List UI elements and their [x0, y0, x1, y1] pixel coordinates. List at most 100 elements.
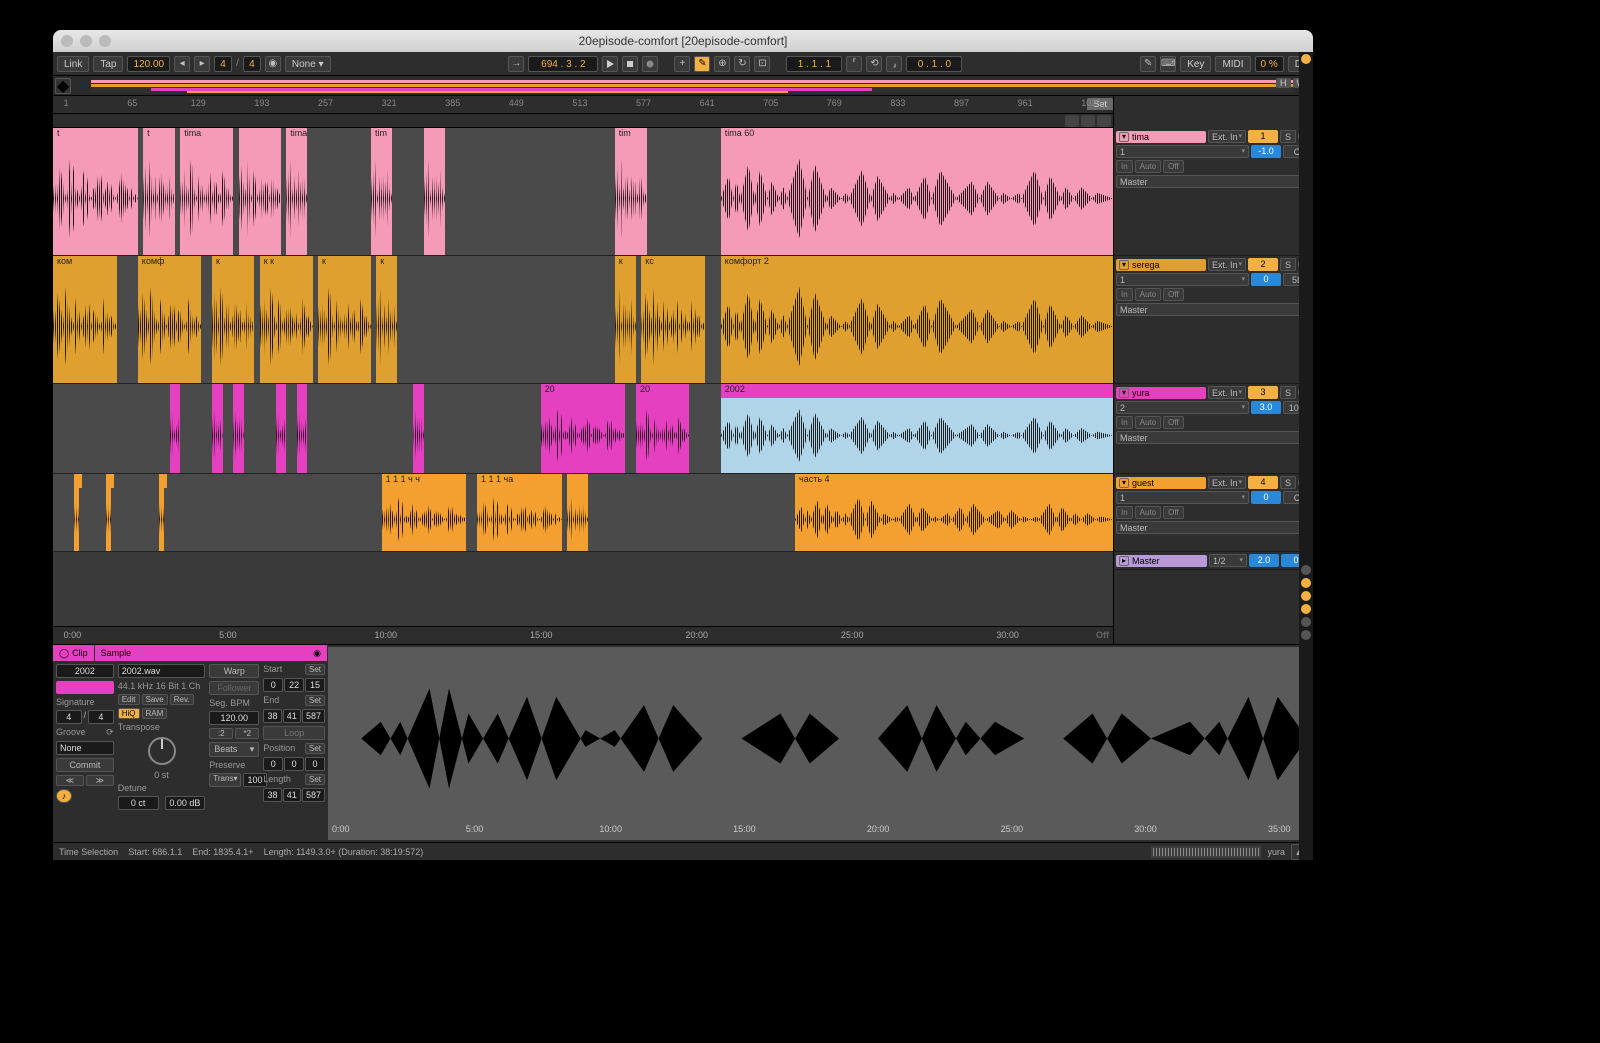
time-ruler[interactable]: Off 0:005:0010:0015:0020:0025:0030:00	[53, 626, 1113, 644]
audio-clip[interactable]: к к	[260, 256, 313, 383]
start-set-button[interactable]: Set	[305, 664, 325, 675]
metronome-icon[interactable]: ◉	[265, 56, 281, 72]
audio-clip[interactable]: кс	[641, 256, 705, 383]
follower-button[interactable]: Follower	[209, 681, 259, 695]
audio-clip[interactable]: комфорт 2	[721, 256, 1113, 383]
solo-button[interactable]: S	[1280, 130, 1296, 143]
audio-clip[interactable]: 2002	[721, 384, 1113, 473]
monitor-auto-button[interactable]: Auto	[1135, 416, 1161, 429]
punch-in-icon[interactable]: ⸢	[846, 56, 862, 72]
follow-icon[interactable]: →	[508, 56, 524, 72]
bar-ruler[interactable]: Set 165129193257321385449513577641705769…	[53, 96, 1113, 114]
pos-bar[interactable]: 0	[263, 757, 283, 771]
pos-16th[interactable]: 0	[305, 757, 325, 771]
len-beat[interactable]: 41	[283, 788, 301, 802]
start-beat[interactable]: 22	[284, 678, 304, 692]
audio-clip[interactable]: t	[143, 128, 175, 255]
audio-clip[interactable]	[170, 384, 181, 473]
time-sig-den[interactable]: 4	[243, 56, 261, 72]
overview-strip[interactable]	[91, 79, 1293, 93]
loop-length[interactable]: 0 . 1 . 0	[906, 56, 962, 72]
monitor-in-button[interactable]: In	[1116, 288, 1133, 301]
automation-arm-icon[interactable]: ✎	[694, 56, 710, 72]
time-sig-num[interactable]: 4	[214, 56, 232, 72]
monitor-off-button[interactable]: Off	[1163, 160, 1184, 173]
sig-den-field[interactable]: 4	[88, 710, 114, 724]
key-map-button[interactable]: Key	[1180, 56, 1211, 72]
track-lane[interactable]: комкомфкк кккккскомфорт 2	[53, 256, 1113, 383]
volume-field[interactable]: 3.0	[1251, 401, 1281, 414]
len-16th[interactable]: 587	[302, 788, 325, 802]
edit-button[interactable]: Edit	[118, 694, 140, 705]
audio-clip[interactable]	[233, 384, 244, 473]
clip-tab[interactable]: ◯ Clip	[53, 645, 95, 661]
end-beat[interactable]: 41	[283, 709, 301, 723]
groove-select[interactable]: None	[56, 741, 114, 755]
length-set-button[interactable]: Set	[305, 774, 325, 785]
overview-toggle-icon[interactable]: ◆	[55, 78, 71, 94]
hiq-button[interactable]: HiQ	[118, 708, 140, 719]
audio-clip[interactable]: 20	[541, 384, 626, 473]
clip-activator-icon[interactable]: ♪	[56, 789, 72, 803]
metronome-select[interactable]: None ▾	[285, 56, 331, 72]
stop-icon[interactable]	[622, 56, 638, 72]
input-type-select[interactable]: Ext. In	[1208, 476, 1246, 489]
save-button[interactable]: Save	[142, 694, 168, 705]
input-channel-select[interactable]: 2	[1116, 401, 1249, 414]
track-lane[interactable]: 20202002	[53, 384, 1113, 473]
master-play-icon[interactable]: ▸	[1119, 556, 1129, 566]
loop-button[interactable]: Loop	[263, 726, 325, 740]
monitor-off-button[interactable]: Off	[1163, 506, 1184, 519]
ram-button[interactable]: RAM	[142, 708, 168, 719]
input-channel-select[interactable]: 1	[1116, 145, 1249, 158]
audio-clip[interactable]	[297, 384, 308, 473]
reverse-button[interactable]: Rev.	[170, 694, 194, 705]
audio-clip[interactable]: ком	[53, 256, 117, 383]
monitor-auto-button[interactable]: Auto	[1135, 506, 1161, 519]
audio-clip[interactable]: tima 60	[721, 128, 1113, 255]
track-name[interactable]: ▾serega	[1116, 259, 1206, 271]
audio-clip[interactable]	[413, 384, 424, 473]
loop-switch-icon[interactable]: ⟲	[866, 56, 882, 72]
computer-midi-icon[interactable]: ⌨	[1160, 56, 1176, 72]
punch-icon[interactable]: ⊡	[754, 56, 770, 72]
input-type-select[interactable]: Ext. In	[1208, 258, 1246, 271]
warp-mode-select[interactable]: Beats▾	[209, 742, 259, 757]
track-fold-icon[interactable]: ▾	[1119, 388, 1129, 398]
input-channel-select[interactable]: 1	[1116, 491, 1249, 504]
track-lane[interactable]: 1 1 1 ч ч1 1 1 чачасть 4	[53, 474, 1113, 551]
nudge-up-icon[interactable]: ▸	[194, 56, 210, 72]
double-tempo-button[interactable]: *2	[235, 728, 259, 739]
audio-clip[interactable]: tima	[180, 128, 233, 255]
audio-clip[interactable]: 1 1 1 ч ч	[382, 474, 467, 551]
audio-clip[interactable]: комф	[138, 256, 202, 383]
overdub-icon[interactable]: +	[674, 56, 690, 72]
input-channel-select[interactable]: 1	[1116, 273, 1249, 286]
lock-envelopes-icon[interactable]	[1081, 115, 1095, 127]
clip-name-field[interactable]: 2002	[56, 664, 114, 678]
track-lane[interactable]: tttimatimatimtimtima 60	[53, 128, 1113, 255]
solo-button[interactable]: S	[1280, 476, 1296, 489]
pos-beat[interactable]: 0	[284, 757, 304, 771]
audio-clip[interactable]: к	[615, 256, 636, 383]
track-fold-icon[interactable]: ▾	[1119, 260, 1129, 270]
sample-name-field[interactable]: 2002.wav	[118, 664, 206, 678]
audio-clip[interactable]: к	[212, 256, 254, 383]
audio-clip[interactable]	[239, 128, 281, 255]
solo-button[interactable]: S	[1280, 258, 1296, 271]
commit-button[interactable]: Commit	[56, 758, 114, 772]
track-fold-icon[interactable]: ▾	[1119, 478, 1129, 488]
loop-icon[interactable]: ↻	[734, 56, 750, 72]
back-to-arrangement-icon[interactable]	[1065, 115, 1079, 127]
sample-tab[interactable]: Sample ◉	[95, 645, 328, 661]
start-bar[interactable]: 0	[263, 678, 283, 692]
audio-clip[interactable]	[276, 384, 287, 473]
monitor-off-button[interactable]: Off	[1163, 288, 1184, 301]
transients-button[interactable]: Trans▾	[209, 773, 241, 787]
mixer-section-icon[interactable]	[1301, 604, 1311, 614]
monitor-auto-button[interactable]: Auto	[1135, 160, 1161, 173]
audio-clip[interactable]	[424, 128, 445, 255]
sig-num-field[interactable]: 4	[56, 710, 82, 724]
nudge-right-button[interactable]: ≫	[86, 775, 114, 786]
end-set-button[interactable]: Set	[305, 695, 325, 706]
